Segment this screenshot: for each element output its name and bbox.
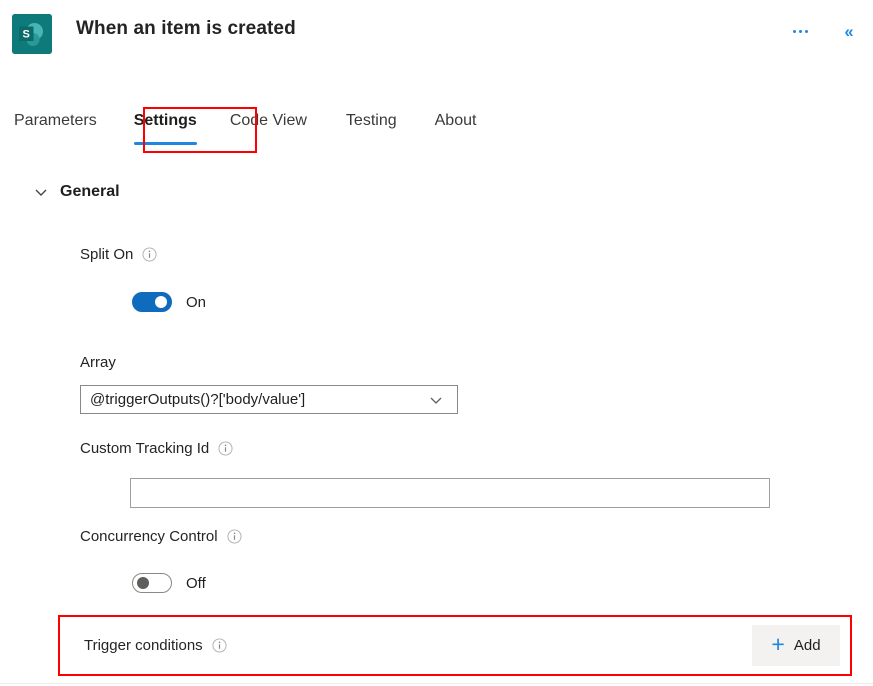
tab-label: Testing [345,112,397,129]
page-title: When an item is created [76,18,296,39]
trigger-conditions-label: Trigger conditions [84,637,227,654]
array-dropdown[interactable]: @triggerOutputs()?['body/value'] [80,385,458,414]
tab-label: Parameters [14,112,97,129]
tab-label: Settings [133,112,197,129]
ellipsis-icon [792,29,808,33]
custom-tracking-id-label-text: Custom Tracking Id [80,440,210,457]
tab-label: Code View [229,112,307,129]
info-icon[interactable] [218,441,233,456]
svg-text:S: S [23,29,30,41]
trigger-conditions-row: Trigger conditions + Add [58,615,852,676]
toggle-knob [137,577,149,589]
custom-tracking-id-input[interactable] [130,478,770,508]
action-header: S When an item is created ‹‹ [0,0,873,66]
info-icon[interactable] [142,247,157,262]
custom-tracking-id-label: Custom Tracking Id [80,440,233,457]
tab-testing[interactable]: Testing [346,106,397,130]
trigger-conditions-label-text: Trigger conditions [84,637,203,654]
tab-settings[interactable]: Settings [133,106,197,145]
header-actions: ‹‹ [783,14,865,48]
array-label-text: Array [80,354,116,371]
tab-bar: Parameters Settings Code View Testing Ab… [0,106,873,154]
tab-label: About [434,112,477,129]
tab-about[interactable]: About [435,106,477,130]
collapse-panel-button[interactable]: ‹‹ [831,14,865,48]
concurrency-control-label: Concurrency Control [80,528,242,545]
bottom-divider [0,683,873,684]
double-chevron-left-icon: ‹‹ [844,21,853,41]
toggle-knob [155,296,167,308]
tab-active-underline [133,142,197,145]
split-on-label-text: Split On [80,246,134,263]
more-options-button[interactable] [783,14,817,48]
split-on-toggle-state: On [186,293,207,311]
concurrency-control-toggle-state: Off [186,574,206,592]
plus-icon: + [771,631,785,657]
general-section-header[interactable]: General [34,183,120,201]
concurrency-control-label-text: Concurrency Control [80,528,218,545]
tab-code-view[interactable]: Code View [230,106,307,130]
concurrency-control-toggle[interactable] [132,573,172,593]
info-icon[interactable] [212,638,227,653]
concurrency-control-toggle-row: Off [132,573,206,593]
info-icon[interactable] [227,529,242,544]
add-trigger-condition-button[interactable]: + Add [752,625,840,666]
chevron-down-icon [425,393,447,407]
split-on-toggle[interactable] [132,292,172,312]
array-dropdown-value: @triggerOutputs()?['body/value'] [90,391,306,408]
add-button-label: Add [793,637,821,654]
general-section-title: General [60,183,120,200]
array-label: Array [80,354,116,371]
sharepoint-icon: S [12,14,52,54]
tab-parameters[interactable]: Parameters [14,106,97,130]
split-on-label: Split On [80,246,157,263]
split-on-toggle-row: On [132,292,206,312]
chevron-down-icon [34,185,48,199]
